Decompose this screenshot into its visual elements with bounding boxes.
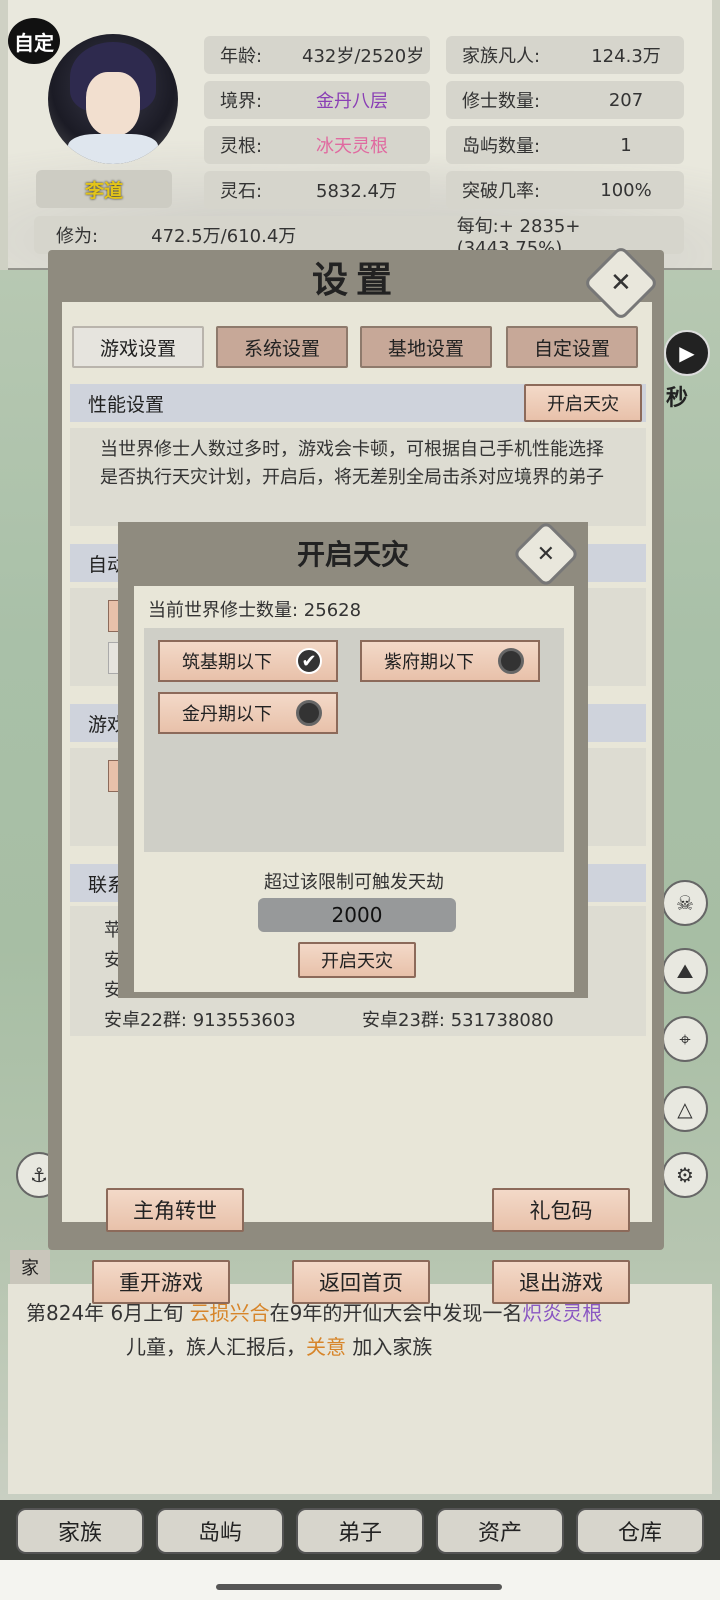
checkmark-icon: ✔ [296,648,322,674]
option-purple-mansion[interactable]: 紫府期以下 [360,640,540,682]
character-avatar[interactable] [48,34,178,164]
close-icon: ✕ [536,541,556,567]
option-golden-core[interactable]: 金丹期以下 [158,692,338,734]
world-icon[interactable]: ⛰ [662,948,708,994]
contact-android-22: 安卓22群: 913553603 [104,1010,296,1031]
stat-island-count: 岛屿数量: 1 [446,126,684,164]
exit-game-button[interactable]: 退出游戏 [492,1260,630,1304]
world-cultivator-count: 当前世界修士数量: 25628 [148,600,362,621]
stat-realm: 境界: 金丹八层 [204,81,430,119]
settings-title: 设置 [311,259,400,301]
tab-custom-settings[interactable]: 自定设置 [506,326,638,368]
stat-breakthrough-rate: 突破几率: 100% [446,171,684,209]
nav-assets[interactable]: 资产 [436,1508,564,1554]
restart-game-button[interactable]: 重开游戏 [92,1260,230,1304]
stat-family-mortals: 家族凡人: 124.3万 [446,36,684,74]
stat-cultivator-count: 修士数量: 207 [446,81,684,119]
character-name: 李道 [36,170,172,208]
stat-spirit-stones: 灵石: 5832.4万 [204,171,430,209]
log-tab[interactable]: 家 [10,1250,50,1284]
contact-android-23: 安卓23群: 531738080 [362,1010,554,1031]
stat-root: 灵根: 冰天灵根 [204,126,430,164]
avatar-face [86,72,140,136]
stat-age: 年龄: 432岁/2520岁 [204,36,430,74]
reincarnate-button[interactable]: 主角转世 [106,1188,244,1232]
limit-input[interactable]: 2000 [258,898,456,932]
cultivation-bar: 修为: 472.5万/610.4万 每旬:+ 2835+(3443.75%) [34,216,684,259]
speed-label: 秒 [666,386,689,411]
confirm-disaster-button[interactable]: 开启天灾 [298,942,416,978]
log-line-2: 儿童，族人汇报后，关意 加入家族 [126,1335,433,1359]
system-bottom-area [0,1560,720,1600]
map-pin-icon[interactable]: ⌖ [662,1016,708,1062]
gear-icon[interactable]: ⚙ [662,1152,708,1198]
option-foundation[interactable]: 筑基期以下 ✔ [158,640,338,682]
radio-off-icon [296,700,322,726]
boss-icon[interactable]: ☠ [662,880,708,926]
auto-badge[interactable]: 自定 [8,18,60,64]
tab-game-settings[interactable]: 游戏设置 [72,326,204,368]
land-icon[interactable]: △ [662,1086,708,1132]
play-icon[interactable]: ▶ [664,330,710,376]
gift-code-button[interactable]: 礼包码 [492,1188,630,1232]
nav-islands[interactable]: 岛屿 [156,1508,284,1554]
nav-family[interactable]: 家族 [16,1508,144,1554]
enable-disaster-button[interactable]: 开启天灾 [524,384,642,422]
tab-system-settings[interactable]: 系统设置 [216,326,348,368]
return-home-button[interactable]: 返回首页 [292,1260,430,1304]
home-indicator[interactable] [216,1584,502,1590]
nav-disciples[interactable]: 弟子 [296,1508,424,1554]
close-icon: ✕ [610,267,632,298]
avatar-robe [68,134,158,164]
performance-description: 当世界修士人数过多时，游戏会卡顿，可根据自己手机性能选择是否执行天灾计划，开启后… [70,428,646,526]
tab-base-settings[interactable]: 基地设置 [360,326,492,368]
limit-label: 超过该限制可触发天劫 [264,872,444,893]
radio-off-icon [498,648,524,674]
nav-warehouse[interactable]: 仓库 [576,1508,704,1554]
